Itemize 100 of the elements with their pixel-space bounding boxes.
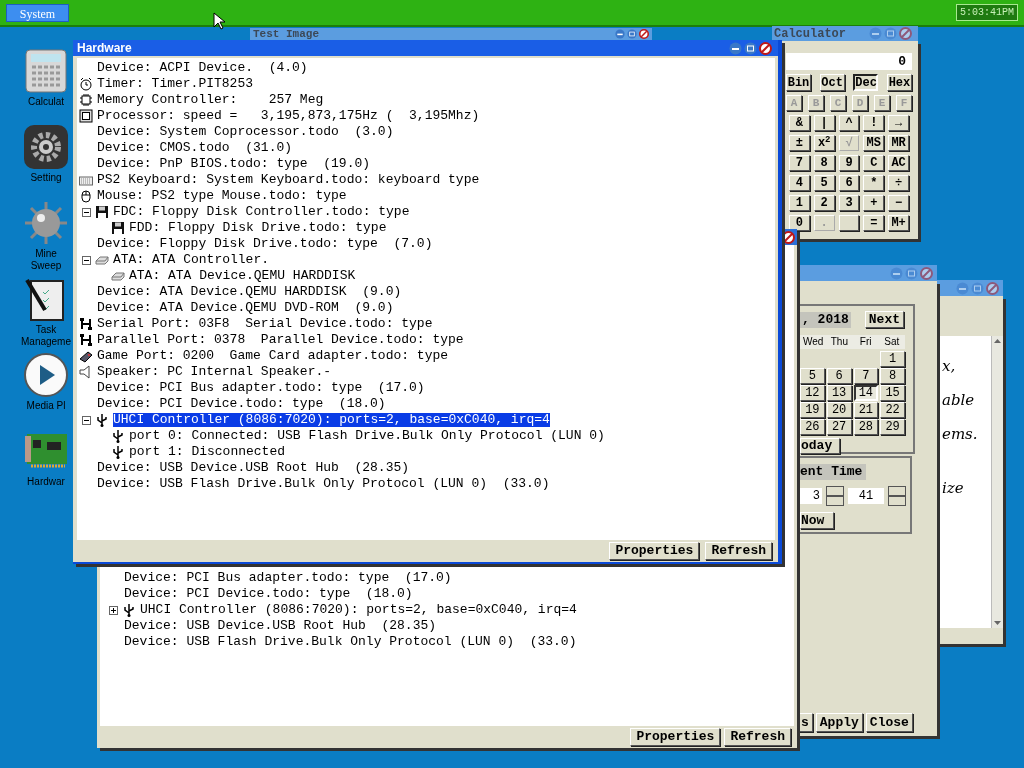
calculator-key[interactable]: 3 [838, 195, 860, 211]
calculator-key[interactable]: + [863, 195, 885, 211]
calculator-key[interactable]: = [863, 215, 885, 231]
close-button[interactable] [639, 29, 649, 39]
close-button[interactable] [759, 41, 772, 55]
device-entry[interactable]: Device: USB Device.USB Root Hub (28.35) [124, 619, 437, 633]
device-entry[interactable]: Processor: speed = 3,195,873,175Hz ( 3,195Mhz) [97, 109, 480, 123]
calendar-day[interactable]: 1 [880, 351, 905, 367]
number-base-button[interactable]: Oct [819, 74, 845, 91]
calendar-day[interactable]: 15 [880, 385, 905, 401]
dialog-button[interactable]: Refresh [705, 542, 772, 560]
calendar-day[interactable]: 13 [826, 385, 852, 401]
device-entry[interactable]: Mouse: PS2 type Mouse.todo: type [97, 189, 347, 203]
calendar-day[interactable]: 12 [800, 385, 825, 401]
device-entry[interactable]: Device: PnP BIOS.todo: type (19.0) [97, 157, 371, 171]
calendar-day[interactable]: 5 [800, 368, 825, 384]
calculator-key[interactable]: C [863, 155, 885, 171]
calculator-key[interactable]: ^ [838, 115, 860, 131]
device-entry[interactable]: Speaker: PC Internal Speaker.- [97, 365, 332, 379]
dialog-button[interactable]: Properties [609, 542, 700, 560]
calendar-day[interactable]: 22 [880, 402, 905, 418]
calendar-day[interactable]: 27 [826, 419, 852, 435]
calendar-day[interactable]: 21 [853, 402, 879, 418]
desktop-icon-label[interactable]: Task Manageme [20, 324, 72, 348]
hour-field[interactable]: 3 [800, 488, 822, 504]
dialog-button[interactable]: Properties [630, 728, 721, 746]
desktop-icon-label[interactable]: Media Pl [20, 400, 72, 412]
device-entry[interactable]: Device: PCI Device.todo: type (18.0) [97, 397, 386, 411]
calculator-key[interactable]: ± [789, 135, 810, 151]
number-base-button[interactable]: Hex [886, 74, 912, 91]
device-entry[interactable]: port 0: Connected: USB Flash Drive.Bulk Only Protocol (LUN 0) [129, 429, 605, 443]
play-icon[interactable] [23, 352, 69, 398]
desktop-icon-label[interactable]: Setting [20, 172, 72, 184]
device-entry[interactable]: Timer: Timer.PIT8253 [97, 77, 254, 91]
scrollbar[interactable] [991, 336, 1003, 628]
gear-icon[interactable] [23, 124, 69, 170]
dialog-button[interactable]: Close [865, 713, 913, 732]
calculator-key[interactable]: | [813, 115, 835, 131]
device-entry[interactable]: ATA: ATA Controller. [113, 253, 270, 267]
calendar-day[interactable]: 7 [853, 368, 879, 384]
calculator-key[interactable]: x$^{2}$ [813, 135, 835, 151]
number-base-button[interactable]: Dec [853, 74, 879, 91]
calendar-day[interactable]: 26 [800, 419, 825, 435]
device-entry[interactable]: PS2 Keyboard: System Keyboard.todo: keyboard type [97, 173, 480, 187]
device-entry[interactable]: Device: CMOS.todo (31.0) [97, 141, 293, 155]
calendar-day[interactable]: 14 [853, 385, 879, 401]
desktop-icon-label[interactable]: Hardwar [20, 476, 72, 488]
minute-field[interactable]: 41 [848, 488, 884, 504]
calendar-day[interactable]: 28 [853, 419, 879, 435]
calculator-key[interactable]: 8 [813, 155, 835, 171]
desktop-icon-label[interactable]: Mine Sweep [20, 248, 72, 272]
minimize-button[interactable] [729, 41, 742, 55]
calculator-key[interactable]: 1 [789, 195, 810, 211]
maximize-button[interactable] [744, 41, 757, 55]
calendar-day[interactable]: 8 [880, 368, 905, 384]
calculator-key[interactable]: MS [863, 135, 885, 151]
calendar-day[interactable]: 29 [880, 419, 905, 435]
device-entry[interactable]: Device: PCI Device.todo: type (18.0) [124, 587, 413, 601]
device-entry[interactable]: Device: USB Device.USB Root Hub (28.35) [97, 461, 410, 475]
calculator-key[interactable]: 6 [838, 175, 860, 191]
device-entry[interactable]: Device: ATA Device.QEMU HARDDISK (9.0) [97, 285, 402, 299]
calendar-day[interactable]: 20 [826, 402, 852, 418]
calculator-key[interactable]: 0 [789, 215, 810, 231]
now-button[interactable]: Now [800, 512, 834, 529]
device-entry[interactable]: Device: System Coprocessor.todo (3.0) [97, 125, 394, 139]
calculator-key[interactable]: → [888, 115, 909, 131]
calculator-key[interactable]: MR [888, 135, 909, 151]
calculator-key[interactable]: − [888, 195, 909, 211]
calculator-key[interactable]: 9 [838, 155, 860, 171]
device-entry[interactable]: FDC: Floppy Disk Controller.todo: type [113, 205, 410, 219]
device-entry[interactable]: ATA: ATA Device.QEMU HARDDISK [129, 269, 356, 283]
calculator-key[interactable]: 5 [813, 175, 835, 191]
device-entry[interactable]: Device: PCI Bus adapter.todo: type (17.0) [124, 571, 452, 585]
device-entry[interactable]: Memory Controller: 257 Meg [97, 93, 324, 107]
mine-icon[interactable] [23, 200, 69, 246]
calculator-key[interactable]: AC [888, 155, 909, 171]
device-entry[interactable]: port 1: Disconnected [129, 445, 286, 459]
desktop-icon-label[interactable]: Calculat [20, 96, 72, 108]
today-button[interactable]: oday [800, 438, 840, 454]
calculator-key[interactable]: ! [863, 115, 885, 131]
spinner-icon[interactable] [888, 486, 906, 506]
calculator-key[interactable]: 2 [813, 195, 835, 211]
spinner-icon[interactable] [826, 486, 844, 506]
device-entry[interactable]: Device: ATA Device.QEMU DVD-ROM (9.0) [97, 301, 394, 315]
dialog-button[interactable]: Apply [815, 713, 863, 732]
blank-key[interactable] [838, 215, 860, 231]
device-entry[interactable]: Device: ACPI Device. (4.0) [97, 61, 308, 75]
calculator-key[interactable]: M+ [888, 215, 909, 231]
calculator-key[interactable]: * [863, 175, 885, 191]
calculator-key[interactable]: 7 [789, 155, 810, 171]
device-entry[interactable]: Device: PCI Bus adapter.todo: type (17.0) [97, 381, 425, 395]
tree-toggle[interactable] [81, 415, 91, 425]
next-button[interactable]: Next [864, 311, 904, 328]
device-entry[interactable]: FDD: Floppy Disk Drive.todo: type [129, 221, 387, 235]
calculator-key[interactable]: ÷ [888, 175, 909, 191]
minimize-button[interactable] [615, 29, 625, 39]
calculator-icon[interactable] [23, 48, 69, 94]
device-entry[interactable]: Parallel Port: 0378 Parallel Device.todo: type [97, 333, 464, 347]
tree-toggle[interactable] [108, 605, 118, 615]
calculator-key[interactable]: 4 [789, 175, 810, 191]
